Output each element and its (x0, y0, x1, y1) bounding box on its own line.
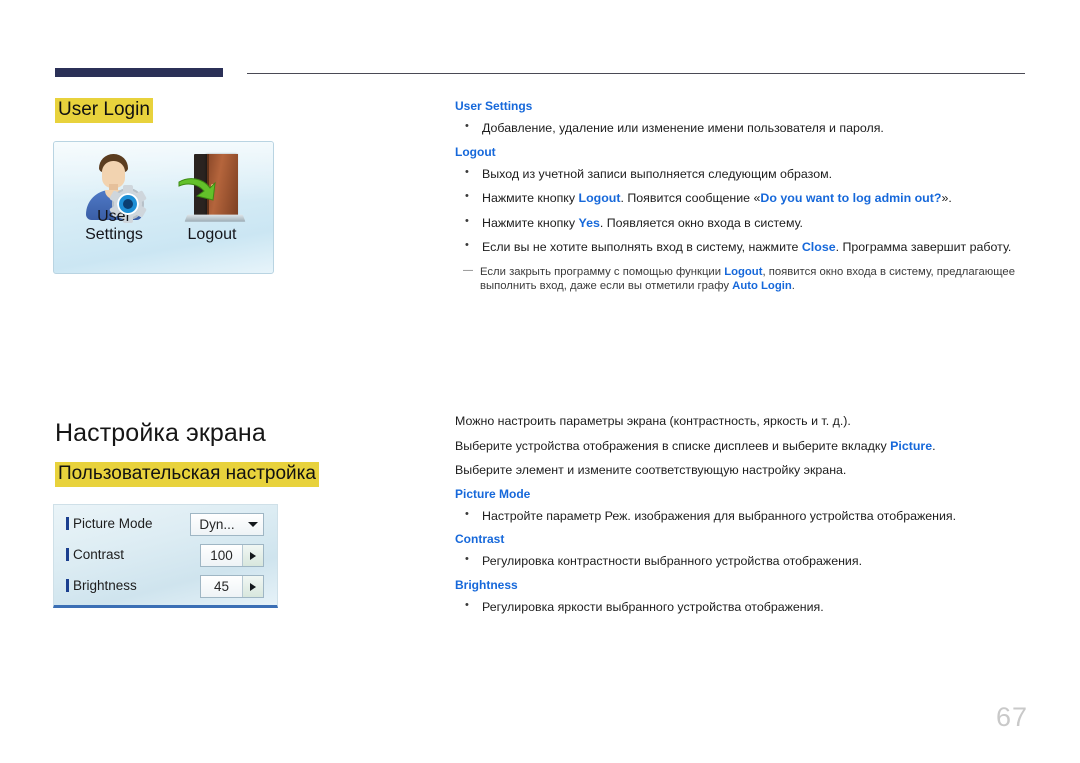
picture-mode-row: Picture Mode Dyn... (54, 511, 277, 541)
bullet-item: Нажмите кнопку Yes. Появляется окно вход… (455, 215, 1030, 232)
picture-settings-figure: Picture Mode Dyn... Contrast 100 Brightn… (53, 504, 278, 608)
bullet-item: Нажмите кнопку Logout. Появится сообщени… (455, 190, 1030, 207)
subhead-logout: Logout (455, 144, 496, 159)
note-item: Если закрыть программу с помощью функции… (455, 263, 1030, 294)
picture-mode-value: Dyn... (199, 517, 235, 532)
chevron-down-icon[interactable] (243, 514, 263, 535)
bullet-item: Регулировка яркости выбранного устройств… (455, 599, 1030, 616)
bullet-item: Настройте параметр Реж. изображения для … (455, 508, 1030, 525)
brightness-spinner[interactable]: 45 (200, 575, 264, 598)
contrast-row: Contrast 100 (54, 542, 277, 572)
row-marker-icon (66, 579, 69, 592)
chevron-right-icon[interactable] (242, 576, 263, 597)
paragraph: Выберите устройства отображения в списке… (455, 438, 936, 453)
picture-mode-label: Picture Mode (66, 516, 153, 531)
logout-tile[interactable]: Logout (166, 150, 258, 248)
bullet-item: Добавление, удаление или изменение имени… (455, 120, 1030, 137)
subhead-user-settings: User Settings (455, 99, 533, 113)
header-rule-accent (55, 68, 223, 77)
exit-arrow-icon (177, 176, 217, 204)
user-settings-label: User Settings (85, 208, 143, 243)
bullet-item: Выход из учетной записи выполняется след… (455, 166, 1030, 183)
row-marker-icon (66, 517, 69, 530)
brightness-label: Brightness (66, 578, 137, 593)
header-rule (55, 68, 1025, 78)
subhead-picture-mode: Picture Mode (455, 486, 531, 501)
page-number: 67 (995, 702, 1028, 732)
user-login-description: User Settings Добавление, удаление или из… (455, 100, 1030, 294)
row-marker-icon (66, 548, 69, 561)
section-title-screen-setup: Настройка экрана (55, 419, 266, 447)
bullet-item: Регулировка контрастности выбранного уст… (455, 553, 1030, 570)
page-title-user-login: User Login (55, 98, 153, 123)
logout-label: Logout (187, 226, 237, 243)
bullet-item: Если вы не хотите выполнять вход в систе… (455, 239, 1030, 256)
user-settings-tile[interactable]: User Settings (68, 150, 160, 248)
subsection-title-custom-setup: Пользовательская настройка (55, 462, 319, 487)
user-login-figure: User Settings Logout (53, 141, 274, 274)
subhead-contrast: Contrast (455, 532, 505, 546)
contrast-value: 100 (210, 548, 233, 563)
brightness-value: 45 (213, 579, 230, 594)
subhead-brightness: Brightness (455, 577, 518, 592)
chevron-right-icon[interactable] (242, 545, 263, 566)
picture-mode-combobox[interactable]: Dyn... (190, 513, 264, 536)
screen-setup-description: Можно настроить параметры экрана (контра… (455, 414, 1030, 615)
paragraph: Можно настроить параметры экрана (контра… (455, 414, 851, 428)
contrast-spinner[interactable]: 100 (200, 544, 264, 567)
contrast-label: Contrast (66, 547, 124, 562)
brightness-row: Brightness 45 (54, 573, 277, 603)
header-rule-line (247, 73, 1025, 74)
contrast-label-text: Contrast (73, 547, 125, 562)
picture-mode-label-text: Picture Mode (73, 516, 153, 531)
brightness-label-text: Brightness (73, 578, 137, 593)
paragraph: Выберите элемент и измените соответствую… (455, 463, 847, 477)
logout-door-icon (174, 152, 250, 226)
